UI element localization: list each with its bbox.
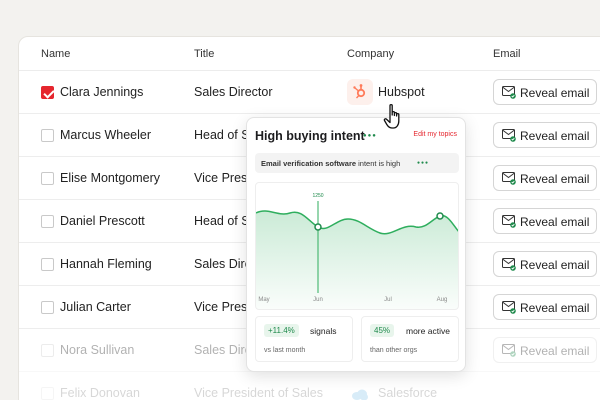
company-name: Salesforce — [378, 386, 438, 400]
table-row[interactable]: Clara Jennings Sales Director Hubspot Re… — [19, 71, 600, 114]
intent-dots-icon: ●●● — [417, 160, 430, 166]
hubspot-logo-icon — [347, 79, 373, 105]
header-company: Company — [347, 48, 395, 60]
company-name: Hubspot — [378, 85, 425, 99]
intent-chart: 1250 May Jun Jul Aug — [255, 182, 459, 310]
email-icon — [502, 215, 516, 228]
table-header: Name Title Company Email — [19, 37, 600, 71]
stat-value: +11.4% — [264, 324, 299, 337]
stat-label: signals — [310, 326, 337, 336]
contact-title: Sales Director — [194, 85, 273, 99]
contact-name: Daniel Prescott — [60, 214, 145, 228]
row-checkbox[interactable] — [41, 172, 54, 185]
contact-name: Elise Montgomery — [60, 171, 161, 185]
contact-title: Sales Dire — [194, 343, 252, 357]
header-name: Name — [41, 48, 71, 60]
row-checkbox[interactable] — [41, 301, 54, 314]
reveal-email-button[interactable]: Reveal email — [493, 294, 597, 320]
contact-name: Nora Sullivan — [60, 343, 135, 357]
contact-name: Felix Donovan — [60, 386, 140, 400]
contact-name: Julian Carter — [60, 300, 131, 314]
header-email: Email — [493, 48, 521, 60]
stat-sub: vs last month — [264, 347, 306, 354]
contact-title: Head of S — [194, 128, 250, 142]
x-tick-label: May — [258, 297, 269, 303]
email-icon — [502, 301, 516, 314]
reveal-email-button[interactable]: Reveal email — [493, 122, 597, 148]
peak-point — [314, 223, 322, 231]
reveal-email-button[interactable]: Reveal email — [493, 208, 597, 234]
topic-keyword: Email verification software — [261, 159, 357, 168]
latest-point — [436, 212, 444, 220]
topic-suffix: intent is high — [356, 159, 401, 168]
edit-topics-link[interactable]: Edit my topics — [413, 131, 457, 138]
x-tick-label: Jun — [313, 297, 323, 303]
contact-title: Vice President of Sales — [194, 386, 324, 400]
popover-title: High buying intent — [255, 129, 365, 143]
email-icon — [502, 344, 516, 357]
reveal-email-button[interactable]: Reveal email — [493, 165, 597, 191]
x-tick-label: Aug — [437, 297, 448, 303]
row-checkbox[interactable] — [41, 258, 54, 271]
reveal-email-button[interactable]: Reveal email — [493, 79, 597, 105]
intent-dots-icon: ●●● — [363, 133, 377, 139]
intent-topic: Email verification software intent is hi… — [255, 153, 459, 173]
contact-title: Head of S — [194, 214, 250, 228]
email-icon — [502, 258, 516, 271]
stat-sub: than other orgs — [370, 347, 418, 354]
email-icon — [502, 172, 516, 185]
row-checkbox[interactable] — [41, 387, 54, 400]
reveal-email-button[interactable]: Reveal email — [493, 337, 597, 363]
row-checkbox[interactable] — [41, 215, 54, 228]
row-checkbox[interactable] — [41, 86, 54, 99]
reveal-email-button[interactable]: Reveal email — [493, 251, 597, 277]
contact-name: Hannah Fleming — [60, 257, 152, 271]
peak-label: 1250 — [312, 193, 323, 199]
email-icon — [502, 86, 516, 99]
buying-intent-popover: High buying intent ●●● Edit my topics Em… — [246, 117, 466, 372]
contact-title: Sales Dire — [194, 257, 252, 271]
contact-name: Marcus Wheeler — [60, 128, 151, 142]
table-row[interactable]: Felix Donovan Vice President of Sales Sa… — [19, 372, 600, 400]
stat-card-activity: 45% more active than other orgs — [361, 316, 459, 362]
row-checkbox[interactable] — [41, 344, 54, 357]
stat-card-signals: +11.4% signals vs last month — [255, 316, 353, 362]
contact-title: Vice Presi — [194, 171, 251, 185]
contact-name: Clara Jennings — [60, 85, 144, 99]
stat-value: 45% — [370, 324, 395, 337]
salesforce-logo-icon — [351, 388, 369, 400]
stat-label: more active — [406, 326, 450, 336]
header-title: Title — [194, 48, 215, 60]
x-tick-label: Jul — [384, 297, 392, 303]
hand-pointer-icon — [383, 103, 407, 136]
intent-area — [256, 211, 458, 309]
row-checkbox[interactable] — [41, 129, 54, 142]
contact-title: Vice Presi — [194, 300, 251, 314]
email-icon — [502, 129, 516, 142]
